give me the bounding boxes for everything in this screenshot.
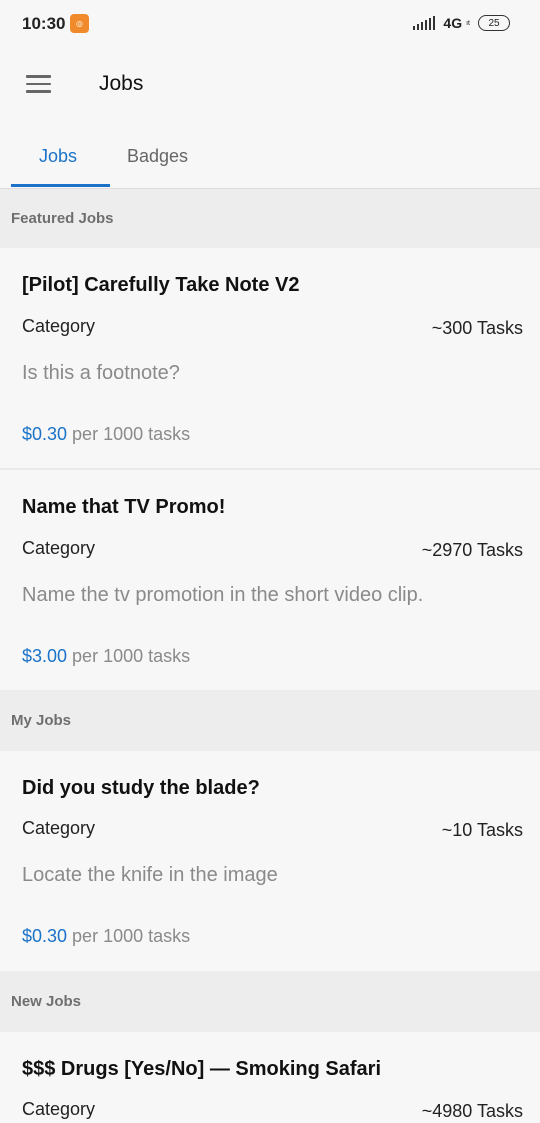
job-category: Category <box>22 538 96 558</box>
job-price-suffix: per 1000 tasks <box>67 646 191 666</box>
tab-jobs[interactable]: Jobs <box>39 146 77 167</box>
job-card[interactable]: $$$ Drugs [Yes/No] — Smoking Safari Cate… <box>0 1032 540 1123</box>
job-card[interactable]: [Pilot] Carefully Take Note V2 Category … <box>0 248 540 468</box>
job-pay: $0.30 per 1000 tasks <box>22 926 190 947</box>
notification-app-icon: ◎ <box>70 14 89 33</box>
job-task-count: ~300 Tasks <box>431 318 523 338</box>
battery-icon: 25 <box>478 15 510 31</box>
job-title: Name that TV Promo! <box>22 496 226 518</box>
signal-icon <box>413 16 436 30</box>
app-bar: Jobs <box>0 48 540 120</box>
job-price-suffix: per 1000 tasks <box>67 926 191 946</box>
tab-bar: Jobs Badges <box>0 128 540 189</box>
job-category: Category <box>22 818 96 838</box>
job-title: $$$ Drugs [Yes/No] — Smoking Safari <box>22 1058 381 1080</box>
job-title: Did you study the blade? <box>22 777 260 799</box>
network-type-label: 4G <box>443 15 463 31</box>
network-activity-indicator: ıt <box>466 19 470 27</box>
job-description: Is this a footnote? <box>22 362 180 384</box>
job-card[interactable]: Did you study the blade? Category ~10 Ta… <box>0 751 540 971</box>
tab-badges[interactable]: Badges <box>127 146 188 167</box>
job-price: $0.30 <box>22 424 68 444</box>
job-task-count: ~2970 Tasks <box>421 540 523 560</box>
battery-level: 25 <box>488 17 500 29</box>
job-pay: $0.30 per 1000 tasks <box>22 424 190 445</box>
job-category: Category <box>22 316 96 336</box>
job-category: Category <box>22 1099 96 1119</box>
job-title: [Pilot] Carefully Take Note V2 <box>22 274 300 296</box>
job-pay: $3.00 per 1000 tasks <box>22 646 190 667</box>
job-card[interactable]: Name that TV Promo! Category ~2970 Tasks… <box>0 470 540 690</box>
job-description: Locate the knife in the image <box>22 864 278 886</box>
status-time: 10:30 <box>22 14 66 33</box>
section-header-new-jobs: New Jobs <box>0 971 540 1032</box>
status-bar: 10:30 ◎ 4G ıt 25 <box>0 0 540 48</box>
section-header-my-jobs: My Jobs <box>0 690 540 751</box>
job-price: $0.30 <box>22 926 68 946</box>
job-task-count: ~4980 Tasks <box>421 1101 523 1121</box>
job-task-count: ~10 Tasks <box>441 820 523 840</box>
section-header-featured-jobs: Featured Jobs <box>0 189 540 248</box>
hamburger-menu-icon[interactable] <box>26 75 51 93</box>
job-price: $3.00 <box>22 646 68 666</box>
status-indicators: 4G ıt 25 <box>413 15 510 31</box>
page-title: Jobs <box>99 72 144 95</box>
job-price-suffix: per 1000 tasks <box>67 424 191 444</box>
active-tab-indicator <box>11 184 110 187</box>
job-description: Name the tv promotion in the short video… <box>22 584 424 606</box>
